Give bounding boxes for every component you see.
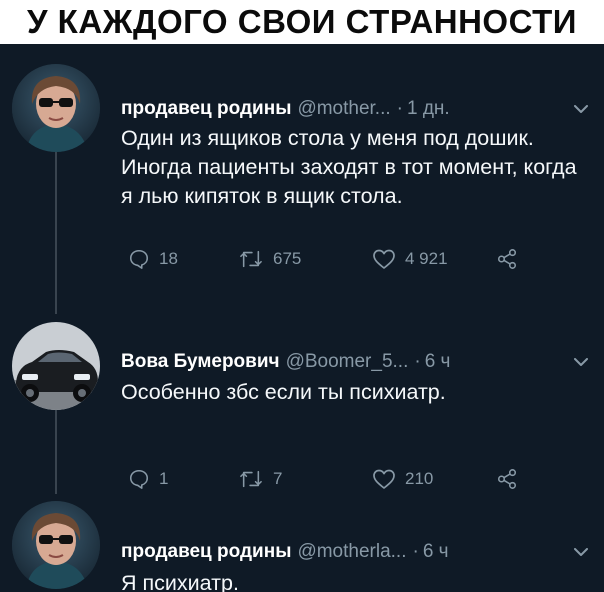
reply-count: 18 xyxy=(159,249,178,268)
chevron-down-icon[interactable] xyxy=(572,353,590,371)
author-handle[interactable]: @Boomer_5... xyxy=(286,351,409,373)
retweet-icon xyxy=(240,470,262,488)
avatar[interactable] xyxy=(12,322,100,410)
tweet-meta: продавец родины @mother... · 1 дн. xyxy=(121,97,590,121)
author-name[interactable]: продавец родины xyxy=(121,98,291,120)
reply-button[interactable]: 18 xyxy=(128,246,178,272)
reply-icon xyxy=(129,249,149,269)
tweet[interactable]: продавец родины @motherla... · 6 ч Я пси… xyxy=(0,489,604,592)
reply-icon xyxy=(129,469,149,489)
tweet-text: Особенно збс если ты психиатр. xyxy=(121,380,446,404)
tweet-text: Я психиатр. xyxy=(121,571,239,592)
like-count: 210 xyxy=(405,469,434,488)
share-icon xyxy=(497,469,517,489)
author-handle[interactable]: @motherla... xyxy=(297,541,406,563)
meta-separator: · xyxy=(396,98,403,119)
meme-header: У КАЖДОГО СВОИ СТРАННОСТИ xyxy=(0,0,604,44)
retweet-count: 7 xyxy=(273,469,283,488)
tweet[interactable]: Вова Бумерович @Boomer_5... · 6 ч Особен… xyxy=(0,309,604,509)
reply-count: 1 xyxy=(159,469,169,488)
retweet-icon xyxy=(240,250,262,268)
tweet-meta: продавец родины @motherla... · 6 ч xyxy=(121,540,590,564)
chevron-down-icon[interactable] xyxy=(572,100,590,118)
author-name[interactable]: продавец родины xyxy=(121,541,291,563)
retweet-count: 675 xyxy=(273,249,302,268)
avatar-person-sunglasses-icon xyxy=(12,64,100,152)
author-name[interactable]: Вова Бумерович xyxy=(121,351,280,373)
share-button[interactable] xyxy=(496,246,518,272)
heart-icon xyxy=(373,469,395,489)
meta-separator: · xyxy=(412,541,419,562)
tweet-text: Один из ящиков стола у меня под дошик. И… xyxy=(121,126,577,208)
chevron-down-icon[interactable] xyxy=(572,543,590,561)
share-icon xyxy=(497,249,517,269)
meme-title: У КАЖДОГО СВОИ СТРАННОСТИ xyxy=(26,3,577,40)
tweet-time[interactable]: 1 дн. xyxy=(407,98,450,120)
tweet-thread: продавец родины @mother... · 1 дн. Один … xyxy=(0,44,604,592)
author-handle[interactable]: @mother... xyxy=(297,98,390,120)
avatar-car-bmw-icon xyxy=(12,322,100,410)
tweet[interactable]: продавец родины @mother... · 1 дн. Один … xyxy=(0,44,604,294)
meta-separator: · xyxy=(414,351,421,372)
avatar-person-sunglasses-icon xyxy=(12,501,100,589)
tweet-time[interactable]: 6 ч xyxy=(425,351,451,373)
avatar[interactable] xyxy=(12,64,100,152)
tweet-meta: Вова Бумерович @Boomer_5... · 6 ч xyxy=(121,350,590,374)
heart-icon xyxy=(373,249,395,269)
tweet-time[interactable]: 6 ч xyxy=(423,541,449,563)
like-button[interactable]: 4 921 xyxy=(372,246,448,272)
avatar[interactable] xyxy=(12,501,100,589)
retweet-button[interactable]: 675 xyxy=(238,246,301,272)
like-count: 4 921 xyxy=(405,249,448,268)
